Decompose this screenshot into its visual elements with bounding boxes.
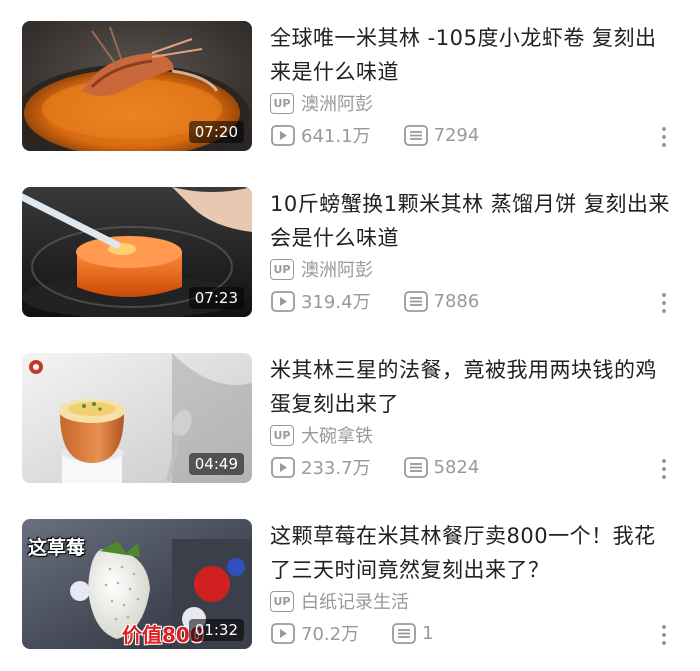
stats-row: 641.1万 7294 — [270, 122, 511, 148]
video-duration: 04:49 — [188, 453, 244, 475]
thumbnail-caption-top: 这草莓 — [28, 537, 86, 559]
play-count-icon — [270, 622, 296, 644]
uploader-name[interactable]: 白纸记录生活 — [301, 588, 409, 614]
uploader-name[interactable]: 澳洲阿彭 — [301, 90, 373, 116]
play-count-icon — [270, 290, 296, 312]
video-thumbnail[interactable]: 07:23 — [22, 187, 252, 317]
video-card[interactable]: 04:49 米其林三星的法餐，竟被我用两块钱的鸡蛋复刻出来了 UP 大碗拿铁 2… — [0, 353, 700, 487]
danmaku-icon — [403, 124, 429, 146]
more-vertical-icon[interactable] — [654, 291, 674, 315]
comment-count: 5824 — [433, 456, 480, 478]
stats-row: 319.4万 7886 — [270, 288, 511, 314]
view-count: 641.1万 — [301, 126, 371, 147]
view-count: 319.4万 — [301, 292, 371, 313]
video-title[interactable]: 全球唯一米其林 -105度小龙虾卷 复刻出来是什么味道 — [270, 21, 675, 89]
video-card[interactable]: 07:20 全球唯一米其林 -105度小龙虾卷 复刻出来是什么味道 UP 澳洲阿… — [0, 21, 700, 155]
stats-row: 233.7万 5824 — [270, 454, 511, 480]
up-badge-icon: UP — [270, 92, 294, 114]
play-count-icon — [270, 124, 296, 146]
video-duration: 07:23 — [188, 287, 244, 309]
uploader-row[interactable]: UP 澳洲阿彭 — [270, 91, 373, 115]
uploader-row[interactable]: UP 澳洲阿彭 — [270, 257, 373, 281]
comment-count: 1 — [422, 622, 434, 644]
up-badge-icon: UP — [270, 590, 294, 612]
video-card[interactable]: 这草莓 价值800 01:32 这颗草莓在米其林餐厅卖800一个！我花了三天时间… — [0, 519, 700, 653]
more-vertical-icon[interactable] — [654, 125, 674, 149]
danmaku-icon — [391, 622, 417, 644]
view-count: 233.7万 — [301, 458, 371, 479]
up-badge-icon: UP — [270, 258, 294, 280]
video-thumbnail[interactable]: 这草莓 价值800 01:32 — [22, 519, 252, 649]
comment-count: 7886 — [433, 290, 480, 312]
danmaku-icon — [403, 456, 429, 478]
more-vertical-icon[interactable] — [654, 623, 674, 647]
video-title[interactable]: 米其林三星的法餐，竟被我用两块钱的鸡蛋复刻出来了 — [270, 353, 675, 421]
video-title[interactable]: 10斤螃蟹换1颗米其林 蒸馏月饼 复刻出来会是什么味道 — [270, 187, 675, 255]
comment-count: 7294 — [433, 124, 480, 146]
play-count-icon — [270, 456, 296, 478]
video-title[interactable]: 这颗草莓在米其林餐厅卖800一个！我花了三天时间竟然复刻出来了？ — [270, 519, 675, 587]
up-badge-icon: UP — [270, 424, 294, 446]
video-duration: 07:20 — [188, 121, 244, 143]
uploader-name[interactable]: 大碗拿铁 — [301, 422, 373, 448]
uploader-row[interactable]: UP 大碗拿铁 — [270, 423, 373, 447]
uploader-row[interactable]: UP 白纸记录生活 — [270, 589, 409, 613]
stats-row: 70.2万 1 — [270, 620, 466, 646]
view-count: 70.2万 — [301, 624, 360, 645]
more-vertical-icon[interactable] — [654, 457, 674, 481]
video-thumbnail[interactable]: 04:49 — [22, 353, 252, 483]
uploader-name[interactable]: 澳洲阿彭 — [301, 256, 373, 282]
video-card[interactable]: 07:23 10斤螃蟹换1颗米其林 蒸馏月饼 复刻出来会是什么味道 UP 澳洲阿… — [0, 187, 700, 321]
video-duration: 01:32 — [188, 619, 244, 641]
danmaku-icon — [403, 290, 429, 312]
video-thumbnail[interactable]: 07:20 — [22, 21, 252, 151]
